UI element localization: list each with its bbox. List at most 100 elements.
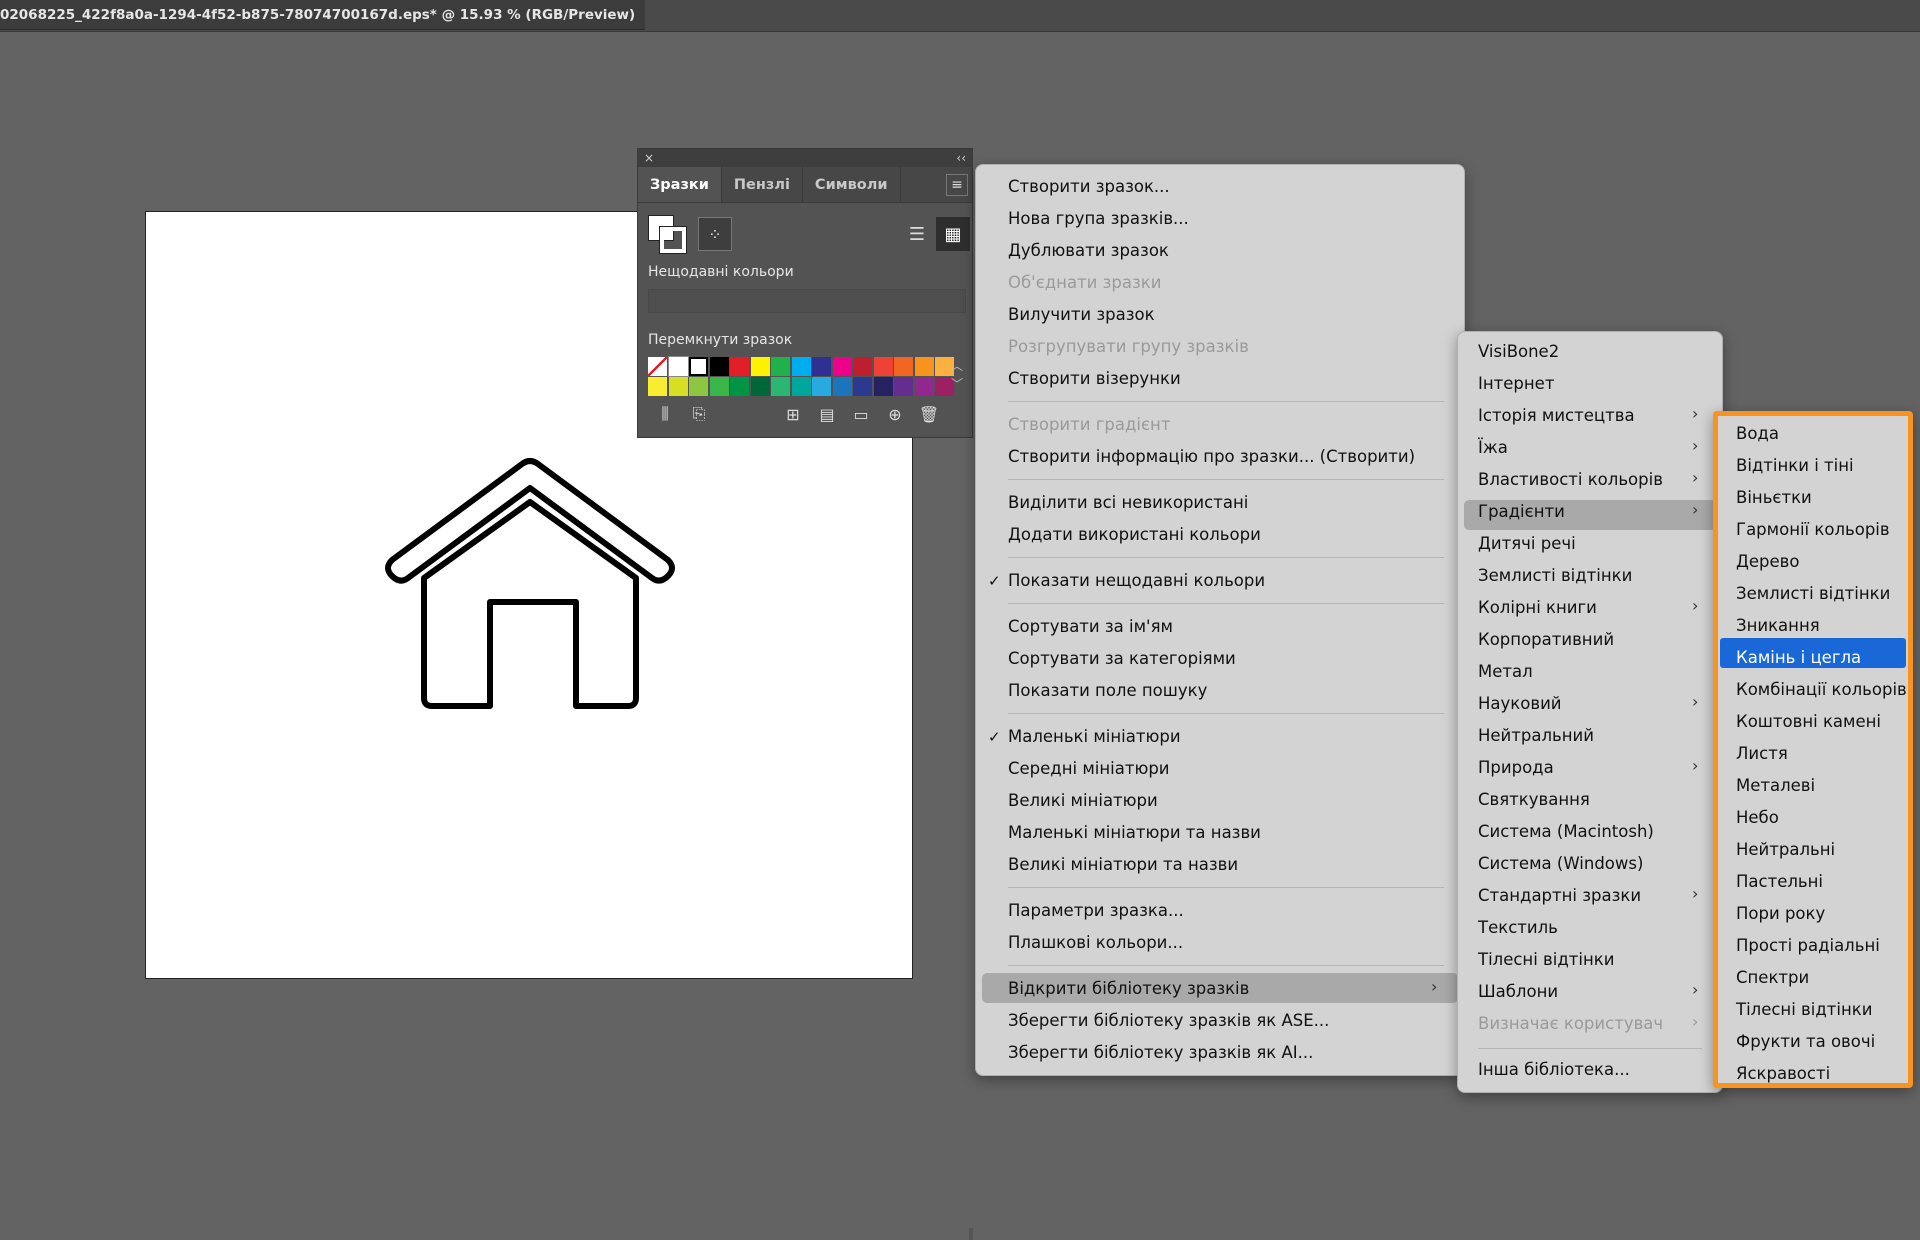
menu-item-show-recent[interactable]: Показати нещодавні кольори [1008, 571, 1265, 590]
registration-swatch[interactable] [667, 356, 689, 377]
menu-item-medium-thumbs[interactable]: Середні мініатюри [1008, 759, 1170, 778]
show-swatch-kinds-icon[interactable]: ⊞ [776, 405, 810, 424]
library-item[interactable]: Інша бібліотека... [1478, 1060, 1630, 1079]
gradient-library-item[interactable]: Листя [1736, 744, 1788, 763]
place-swatch-icon[interactable]: ⎘ [682, 404, 716, 424]
swatch[interactable] [730, 377, 749, 396]
menu-item-spot-colors[interactable]: Плашкові кольори... [1008, 933, 1183, 952]
panel-collapse-icon[interactable]: ‹‹ [956, 151, 966, 165]
white-swatch[interactable] [689, 357, 708, 376]
swatch[interactable] [771, 377, 790, 396]
gradient-library-item[interactable]: Фрукти та овочі [1736, 1032, 1875, 1051]
swatch[interactable] [873, 357, 893, 376]
gradient-library-item[interactable]: Прості радіальні [1736, 936, 1880, 955]
gradient-library-item[interactable]: Зникання [1736, 616, 1820, 635]
library-item[interactable]: Інтернет [1478, 374, 1554, 393]
swatch[interactable] [812, 377, 831, 396]
swatch[interactable] [914, 357, 934, 376]
gradient-library-item[interactable]: Тілесні відтінки [1736, 1000, 1872, 1019]
menu-item-swatch-info[interactable]: Створити інформацію про зразки... (Створ… [1008, 447, 1415, 466]
tab-brushes[interactable]: Пензлі [722, 167, 803, 202]
swatch[interactable] [914, 377, 934, 396]
gradient-library-item[interactable]: Дерево [1736, 552, 1800, 571]
swatch[interactable] [791, 377, 811, 396]
menu-item-large-list[interactable]: Великі мініатюри та назви [1008, 855, 1238, 874]
menu-item-open-library[interactable]: Відкрити бібліотеку зразків [1008, 979, 1249, 998]
gradient-library-item[interactable]: Яскравості [1736, 1064, 1830, 1083]
swatch[interactable] [832, 377, 852, 396]
swatch[interactable] [894, 357, 913, 376]
gradient-library-item[interactable]: Пори року [1736, 904, 1825, 923]
library-item[interactable]: Тілесні відтінки [1478, 950, 1614, 969]
none-swatch[interactable] [648, 357, 667, 376]
menu-item-small-list[interactable]: Маленькі мініатюри та назви [1008, 823, 1261, 842]
swatch[interactable] [709, 377, 729, 396]
library-item[interactable]: Система (Windows) [1478, 854, 1643, 873]
menu-item-small-thumbs[interactable]: Маленькі мініатюри [1008, 727, 1181, 746]
library-item[interactable]: VisiBone2 [1478, 342, 1559, 361]
swatch[interactable] [750, 377, 770, 396]
swatch[interactable] [873, 377, 893, 396]
list-view-icon[interactable]: ☰ [902, 219, 932, 249]
swatch[interactable] [812, 357, 831, 376]
menu-item-new-group[interactable]: Нова група зразків... [1008, 209, 1189, 228]
swatch-scroll[interactable]: ︿ ﹀ [948, 357, 966, 397]
gradient-library-item[interactable]: Коштовні камені [1736, 712, 1881, 731]
library-item[interactable]: Текстиль [1478, 918, 1558, 937]
swatch[interactable] [689, 377, 708, 396]
library-item[interactable]: Науковий [1478, 694, 1562, 713]
gradient-library-item[interactable]: Металеві [1736, 776, 1815, 795]
library-item[interactable]: Колірні книги [1478, 598, 1597, 617]
swatch[interactable] [771, 357, 790, 376]
swatch[interactable] [750, 357, 770, 376]
library-item[interactable]: Природа [1478, 758, 1554, 777]
menu-item-show-search[interactable]: Показати поле пошуку [1008, 681, 1207, 700]
fill-stroke-indicator[interactable] [648, 215, 687, 254]
gradient-library-item[interactable]: Віньєтки [1736, 488, 1812, 507]
menu-item-sort-name[interactable]: Сортувати за ім'ям [1008, 617, 1173, 636]
swatch[interactable] [730, 357, 749, 376]
gradient-library-item[interactable]: Нейтральні [1736, 840, 1835, 859]
library-item[interactable]: Корпоративний [1478, 630, 1614, 649]
library-item[interactable]: Градієнти [1478, 502, 1565, 521]
gradient-library-item[interactable]: Камінь і цегла [1736, 648, 1861, 667]
stroke-swatch[interactable] [659, 226, 687, 254]
library-item[interactable]: Стандартні зразки [1478, 886, 1641, 905]
swatch[interactable] [832, 357, 852, 376]
gradient-library-item[interactable]: Вода [1736, 424, 1779, 443]
gradient-library-item[interactable]: Комбінації кольорів [1736, 680, 1907, 699]
panel-menu-icon[interactable]: ≡ [946, 174, 968, 196]
library-item[interactable]: Дитячі речі [1478, 534, 1576, 553]
library-item[interactable]: Їжа [1478, 438, 1508, 457]
menu-item-duplicate[interactable]: Дублювати зразок [1008, 241, 1169, 260]
menu-item-new-swatch[interactable]: Створити зразок... [1008, 177, 1170, 196]
menu-item-make-pattern[interactable]: Створити візерунки [1008, 369, 1181, 388]
library-item[interactable]: Святкування [1478, 790, 1590, 809]
menu-item-save-ase[interactable]: Зберегти бібліотеку зразків як ASE... [1008, 1011, 1329, 1030]
gradient-library-item[interactable]: Відтінки і тіні [1736, 456, 1854, 475]
grid-view-icon[interactable]: ▦ [936, 217, 970, 251]
swatch[interactable] [709, 357, 729, 376]
swatch[interactable] [853, 377, 872, 396]
library-item[interactable]: Шаблони [1478, 982, 1558, 1001]
library-item[interactable]: Метал [1478, 662, 1533, 681]
tab-swatches[interactable]: Зразки [638, 167, 722, 202]
registration-swatch-icon[interactable]: ⁘ [698, 217, 732, 251]
swatch[interactable] [853, 357, 872, 376]
gradient-library-item[interactable]: Небо [1736, 808, 1779, 827]
gradient-library-item[interactable]: Пастельні [1736, 872, 1823, 891]
panel-close-icon[interactable]: × [644, 151, 654, 165]
swatch[interactable] [668, 377, 688, 396]
tab-symbols[interactable]: Символи [803, 167, 901, 202]
library-item[interactable]: Історія мистецтва [1478, 406, 1635, 425]
menu-item-select-unused[interactable]: Виділити всі невикористані [1008, 493, 1248, 512]
swatch[interactable] [648, 377, 667, 396]
library-item[interactable]: Система (Macintosh) [1478, 822, 1654, 841]
new-color-group-icon[interactable]: ▭ [844, 405, 878, 424]
house-icon[interactable] [380, 436, 680, 716]
gradient-library-item[interactable]: Землисті відтінки [1736, 584, 1890, 603]
menu-item-delete[interactable]: Вилучити зразок [1008, 305, 1155, 324]
gradient-library-item[interactable]: Спектри [1736, 968, 1809, 987]
library-item[interactable]: Землисті відтінки [1478, 566, 1632, 585]
gradient-library-item[interactable]: Гармонії кольорів [1736, 520, 1890, 539]
